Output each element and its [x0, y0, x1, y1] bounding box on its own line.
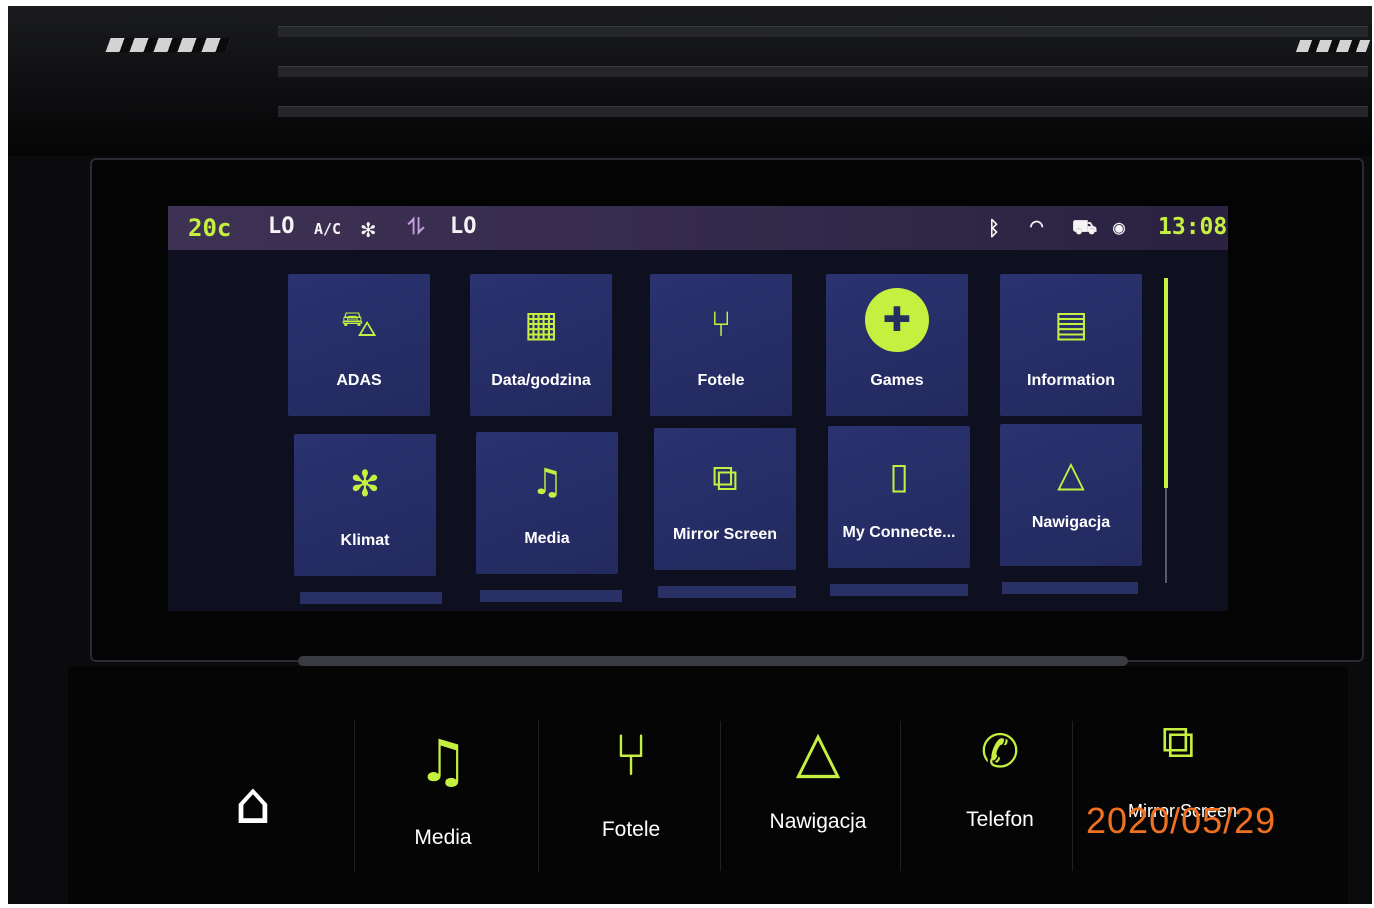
climate-icon: ✻	[349, 464, 381, 505]
location-icon: ◉	[1113, 215, 1126, 239]
fan-icon[interactable]: ✻	[361, 215, 375, 243]
shortcut-media[interactable]: ♫ Media	[368, 716, 518, 866]
air-vent	[8, 6, 1372, 156]
divider	[354, 721, 355, 871]
divider	[1072, 721, 1073, 871]
mirror-screen-icon: ⧉	[1161, 714, 1195, 768]
app-label: Klimat	[340, 532, 390, 549]
app-tile-partial[interactable]	[480, 590, 622, 602]
navigation-arrow-icon: △	[795, 717, 841, 785]
app-label: Information	[1027, 372, 1115, 389]
app-tile-navigation[interactable]: △ Nawigacja	[1000, 424, 1142, 566]
shortcut-navigation[interactable]: △ Nawigacja	[738, 716, 898, 866]
vent-slat	[278, 106, 1368, 117]
seat-icon: ⑂	[710, 304, 732, 345]
wifi-icon: ◠	[1030, 214, 1044, 239]
ac-label[interactable]: A/C	[314, 220, 341, 238]
scrollbar-thumb[interactable]	[1164, 278, 1168, 488]
home-button[interactable]: ⌂	[208, 716, 298, 866]
phone-signal-icon: ▯	[889, 456, 909, 497]
app-label: My Connecte...	[842, 524, 956, 541]
photo-frame: 20c LO A/C ✻ ⥮ LO ᛒ ◠ ⛟ ◉ 13:08 ⛍ ADAS ▦…	[8, 6, 1372, 904]
app-tile-mirror-screen[interactable]: ⧉ Mirror Screen	[654, 428, 796, 570]
home-icon: ⌂	[234, 769, 272, 837]
divider	[720, 721, 721, 871]
app-label: Games	[870, 372, 924, 389]
phone-icon: ✆	[980, 724, 1020, 778]
divider	[900, 721, 901, 871]
app-label: Media	[524, 530, 570, 547]
infotainment-screen: 20c LO A/C ✻ ⥮ LO ᛒ ◠ ⛟ ◉ 13:08 ⛍ ADAS ▦…	[168, 206, 1228, 611]
fan-level-left[interactable]: LO	[268, 214, 295, 239]
navigation-arrow-icon: △	[1057, 454, 1085, 495]
mirror-screen-icon: ⧉	[712, 458, 738, 499]
ambient-light-left	[105, 38, 231, 52]
app-tile-partial[interactable]	[658, 586, 796, 598]
ambient-light-right	[1295, 40, 1371, 52]
music-note-icon: ♫	[417, 727, 469, 795]
app-tile-partial[interactable]	[300, 592, 442, 604]
clock: 13:08	[1158, 214, 1228, 240]
seat-icon: ⑂	[613, 721, 649, 789]
app-tile-adas[interactable]: ⛍ ADAS	[288, 274, 430, 416]
car-connect-icon: ⛟	[1072, 215, 1098, 239]
shortcut-seats[interactable]: ⑂ Fotele	[556, 716, 706, 866]
app-tile-climate[interactable]: ✻ Klimat	[294, 434, 436, 576]
music-note-icon: ♫	[530, 462, 564, 503]
vent-slat	[278, 66, 1368, 77]
app-tile-my-connected[interactable]: ▯ My Connecte...	[828, 426, 970, 568]
car-icon: ⛍	[340, 304, 378, 345]
temperature-readout[interactable]: 20c	[188, 214, 231, 242]
app-label: ADAS	[336, 372, 382, 389]
bluetooth-icon: ᛒ	[988, 216, 1000, 240]
app-label: Nawigacja	[1031, 514, 1111, 531]
app-tile-partial[interactable]	[830, 584, 968, 596]
gamepad-icon: ✚	[826, 288, 968, 352]
calendar-clock-icon: ▦	[523, 304, 558, 345]
shortcut-label: Fotele	[601, 818, 661, 841]
photo-date-stamp: 2020/05/29	[1086, 800, 1277, 841]
vent-slat	[278, 26, 1368, 37]
app-tile-seats[interactable]: ⑂ Fotele	[650, 274, 792, 416]
shortcut-label: Telefon	[966, 808, 1034, 831]
status-bar: 20c LO A/C ✻ ⥮ LO ᛒ ◠ ⛟ ◉ 13:08	[168, 206, 1228, 250]
app-tile-information[interactable]: ▤ Information	[1000, 274, 1142, 416]
app-tile-games[interactable]: ✚ Games	[826, 274, 968, 416]
shortcut-phone[interactable]: ✆ Telefon	[920, 716, 1080, 866]
app-tile-media[interactable]: ♫ Media	[476, 432, 618, 574]
document-icon: ▤	[1053, 304, 1088, 345]
app-label: Data/godzina	[491, 372, 591, 389]
app-tile-date-time[interactable]: ▦ Data/godzina	[470, 274, 612, 416]
shortcut-label: Media	[414, 826, 472, 849]
app-label: Mirror Screen	[672, 526, 778, 543]
shortcut-label: Nawigacja	[769, 810, 867, 833]
trim-strip	[298, 656, 1128, 666]
fan-level-right[interactable]: LO	[450, 214, 477, 239]
app-label: Fotele	[697, 372, 745, 389]
app-tile-partial[interactable]	[1002, 582, 1138, 594]
divider	[538, 721, 539, 871]
seat-heat-icon[interactable]: ⥮	[408, 215, 424, 240]
